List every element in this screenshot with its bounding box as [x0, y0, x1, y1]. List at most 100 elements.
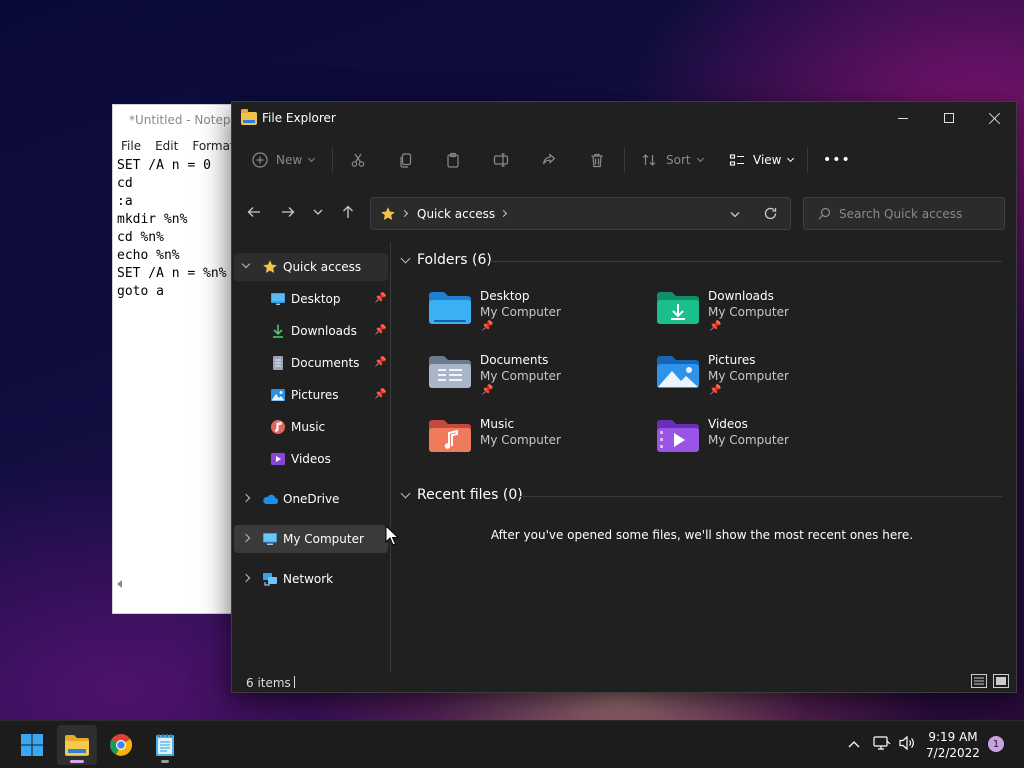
- file-explorer-window[interactable]: File Explorer New Sort View ••• Quick ac…: [231, 101, 1017, 693]
- show-hidden-icons-button[interactable]: [847, 737, 861, 753]
- status-divider: [294, 676, 295, 688]
- nav-documents[interactable]: Documents 📌: [234, 349, 388, 377]
- forward-button[interactable]: [274, 198, 302, 226]
- running-indicator: [161, 760, 169, 763]
- close-button[interactable]: [972, 102, 1018, 134]
- notepad-horizontal-scrollbar[interactable]: [113, 577, 243, 591]
- pin-icon: 📌: [374, 293, 387, 304]
- recent-locations-button[interactable]: [304, 198, 332, 226]
- folder-tile-videos[interactable]: Videos My Computer: [656, 414, 876, 474]
- nav-videos[interactable]: Videos: [234, 445, 388, 473]
- notepad-window[interactable]: *Untitled - Notepad File Edit Format SET…: [112, 104, 242, 614]
- large-icons-view-button[interactable]: [993, 674, 1009, 688]
- command-bar: New Sort View •••: [232, 134, 1016, 186]
- recent-files-section-header[interactable]: Recent files (0): [398, 487, 523, 503]
- share-button[interactable]: [541, 134, 557, 186]
- notepad-line: echo %n%: [117, 248, 180, 263]
- details-view-button[interactable]: [971, 674, 987, 688]
- search-box[interactable]: [803, 197, 1005, 230]
- desktop-folder-icon: [271, 293, 285, 305]
- nav-onedrive[interactable]: OneDrive: [234, 485, 388, 513]
- up-button[interactable]: [334, 198, 362, 226]
- view-button[interactable]: View: [729, 134, 795, 186]
- file-explorer-icon: [241, 108, 257, 125]
- navigation-pane: Quick access Desktop 📌 Downloads 📌 Docum…: [232, 242, 390, 662]
- address-history-dropdown[interactable]: [729, 209, 741, 223]
- notepad-text-area[interactable]: SET /A n = 0 cd:a mkdir %n% cd %n% echo %n% S…: [113, 157, 241, 301]
- nav-my-computer[interactable]: My Computer: [234, 525, 388, 553]
- folders-section-header[interactable]: Folders (6): [398, 252, 492, 268]
- sort-icon: [642, 154, 656, 166]
- status-bar: 6 items: [232, 672, 1016, 694]
- folder-tile-music[interactable]: Music My Computer: [428, 414, 648, 474]
- taskbar: 9:19 AM 7/2/2022: [0, 720, 1024, 768]
- more-options-button[interactable]: •••: [823, 134, 851, 186]
- network-tray-button[interactable]: [873, 735, 891, 755]
- nav-desktop[interactable]: Desktop 📌: [234, 285, 388, 313]
- minimize-button[interactable]: [880, 102, 926, 134]
- nav-quick-access[interactable]: Quick access: [234, 253, 388, 281]
- notepad-menu-edit[interactable]: Edit: [155, 139, 178, 153]
- network-status-icon: [873, 736, 891, 750]
- notepad-menu-file[interactable]: File: [121, 139, 141, 153]
- expand-chevron-icon[interactable]: [241, 573, 251, 583]
- taskbar-clock[interactable]: 9:19 AM 7/2/2022: [920, 729, 986, 761]
- videos-folder-icon: [657, 420, 699, 452]
- folder-tile-pictures[interactable]: Pictures My Computer 📌: [656, 350, 876, 410]
- notepad-line: SET /A n = 0: [117, 158, 211, 173]
- copy-button[interactable]: [398, 134, 414, 186]
- expand-chevron-icon[interactable]: [241, 259, 251, 269]
- item-count: 6 items: [246, 676, 291, 690]
- close-icon: [989, 112, 1001, 124]
- paste-button[interactable]: [445, 134, 461, 186]
- nav-music[interactable]: Music: [234, 413, 388, 441]
- new-button[interactable]: New: [252, 134, 316, 186]
- search-input[interactable]: [839, 206, 999, 221]
- folder-tile-desktop[interactable]: Desktop My Computer 📌: [428, 286, 648, 346]
- breadcrumb-chevron-icon[interactable]: [500, 209, 508, 218]
- breadcrumb-chevron-icon: [400, 209, 409, 218]
- toolbar-divider: [332, 148, 333, 172]
- start-button[interactable]: [12, 725, 52, 765]
- taskbar-chrome[interactable]: [101, 725, 141, 765]
- file-explorer-icon: [65, 735, 89, 756]
- delete-button[interactable]: [589, 134, 605, 186]
- taskbar-file-explorer[interactable]: [57, 725, 97, 765]
- cut-button[interactable]: [350, 134, 366, 186]
- notepad-menu-format[interactable]: Format: [192, 139, 234, 153]
- desktop-folder-icon: [429, 292, 471, 324]
- folder-location: My Computer: [708, 305, 789, 319]
- refresh-button[interactable]: [763, 206, 778, 224]
- breadcrumb-quick-access[interactable]: Quick access: [417, 207, 495, 221]
- address-row: Quick access: [232, 186, 1016, 238]
- recent-files-empty-message: After you've opened some files, we'll sh…: [490, 528, 914, 542]
- sort-button[interactable]: Sort: [641, 134, 704, 186]
- notification-badge[interactable]: 1: [988, 736, 1004, 752]
- notepad-line: cd %n%: [117, 230, 164, 245]
- pane-splitter[interactable]: [390, 242, 391, 672]
- folder-name: Music: [480, 417, 515, 431]
- rename-icon: [493, 153, 509, 167]
- maximize-button[interactable]: [926, 102, 972, 134]
- computer-icon: [263, 533, 277, 545]
- scroll-left-arrow-icon[interactable]: [117, 580, 122, 588]
- nav-downloads[interactable]: Downloads 📌: [234, 317, 388, 345]
- nav-network[interactable]: Network: [234, 565, 388, 593]
- clock-date: 7/2/2022: [926, 746, 980, 760]
- nav-pictures[interactable]: Pictures 📌: [234, 381, 388, 409]
- volume-tray-button[interactable]: [898, 735, 916, 755]
- back-button[interactable]: [240, 198, 268, 226]
- expand-chevron-icon[interactable]: [241, 533, 251, 543]
- folder-tile-downloads[interactable]: Downloads My Computer 📌: [656, 286, 876, 346]
- folder-tile-documents[interactable]: Documents My Computer 📌: [428, 350, 648, 410]
- expand-chevron-icon[interactable]: [241, 493, 251, 503]
- notepad-line: :a: [117, 194, 133, 209]
- address-bar[interactable]: Quick access: [370, 197, 791, 230]
- mouse-cursor-icon: [385, 525, 399, 546]
- taskbar-notepad[interactable]: [145, 725, 185, 765]
- section-divider: [520, 496, 1002, 497]
- notepad-titlebar[interactable]: *Untitled - Notepad: [113, 105, 241, 135]
- network-icon: [263, 573, 277, 586]
- notepad-line: SET /A n = %n%: [117, 266, 227, 281]
- rename-button[interactable]: [493, 134, 509, 186]
